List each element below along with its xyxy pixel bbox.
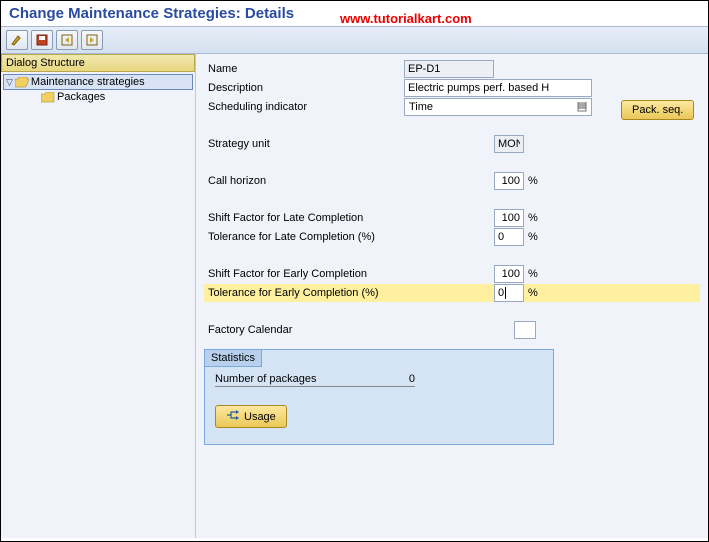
percent-symbol: % (528, 175, 538, 187)
toolbar (1, 26, 708, 54)
name-label: Name (204, 61, 404, 77)
dropdown-value: Time (409, 101, 433, 113)
next-entry-button[interactable] (81, 30, 103, 50)
tree-header: Dialog Structure (1, 54, 195, 72)
detail-panel: Name Description Scheduling indicator Ti… (196, 54, 708, 538)
tree-item-packages[interactable]: Packages (3, 90, 193, 104)
shift-factor-early-label: Shift Factor for Early Completion (204, 266, 494, 282)
call-horizon-label: Call horizon (204, 173, 494, 189)
tree-item-label: Maintenance strategies (31, 76, 145, 88)
call-horizon-field[interactable] (494, 172, 524, 190)
usage-button-label: Usage (244, 411, 276, 423)
shift-factor-late-label: Shift Factor for Late Completion (204, 210, 494, 226)
toggle-display-button[interactable] (6, 30, 28, 50)
tolerance-early-label: Tolerance for Early Completion (%) (204, 285, 494, 301)
name-field[interactable] (404, 60, 494, 78)
usage-icon (226, 409, 240, 424)
strategy-unit-label: Strategy unit (204, 136, 494, 152)
watermark: www.tutorialkart.com (340, 11, 472, 26)
folder-open-icon (15, 77, 29, 88)
folder-icon (41, 92, 55, 103)
percent-symbol: % (528, 287, 538, 299)
tolerance-late-field[interactable] (494, 228, 524, 246)
description-label: Description (204, 80, 404, 96)
dropdown-icon (575, 100, 589, 114)
tree-item-maintenance-strategies[interactable]: ▽ Maintenance strategies (3, 74, 193, 90)
tolerance-late-label: Tolerance for Late Completion (%) (204, 229, 494, 245)
strategy-unit-field[interactable] (494, 135, 524, 153)
dialog-structure-panel: Dialog Structure ▽ Maintenance strategie… (1, 54, 196, 538)
pack-seq-button[interactable]: Pack. seq. (621, 100, 694, 120)
shift-factor-early-field[interactable] (494, 265, 524, 283)
number-of-packages-label: Number of packages (215, 373, 375, 387)
number-of-packages-value: 0 (375, 373, 415, 387)
percent-symbol: % (528, 231, 538, 243)
factory-calendar-field[interactable] (514, 321, 536, 339)
scheduling-indicator-dropdown[interactable]: Time (404, 98, 592, 116)
usage-button[interactable]: Usage (215, 405, 287, 428)
pack-seq-label: Pack. seq. (632, 104, 683, 116)
tolerance-early-field[interactable]: 0 (494, 284, 524, 302)
statistics-group: Statistics Number of packages 0 Usage (204, 349, 554, 445)
shift-factor-late-field[interactable] (494, 209, 524, 227)
statistics-title: Statistics (205, 350, 262, 367)
tree-item-label: Packages (57, 91, 105, 103)
prev-entry-button[interactable] (56, 30, 78, 50)
save-button[interactable] (31, 30, 53, 50)
percent-symbol: % (528, 268, 538, 280)
tree-collapse-icon[interactable]: ▽ (6, 77, 13, 88)
scheduling-indicator-label: Scheduling indicator (204, 99, 404, 115)
description-field[interactable] (404, 79, 592, 97)
factory-calendar-label: Factory Calendar (204, 322, 514, 338)
percent-symbol: % (528, 212, 538, 224)
